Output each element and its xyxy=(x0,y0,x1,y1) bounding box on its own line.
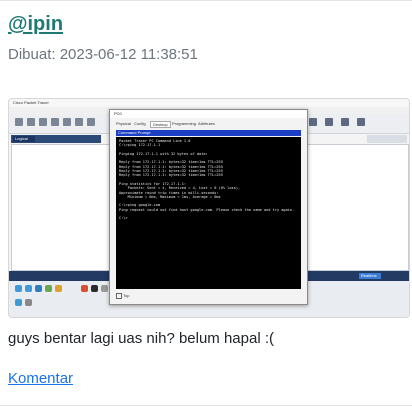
new-file-icon xyxy=(15,118,23,126)
bottom-divider xyxy=(0,405,412,406)
open-file-icon xyxy=(27,118,35,126)
created-timestamp: Dibuat: 2023-06-12 11:38:51 xyxy=(8,46,198,63)
tab-physical[interactable]: Physical xyxy=(116,121,131,126)
wireless-icon xyxy=(45,285,52,292)
pt-right-controls xyxy=(367,135,407,143)
copper-cable-icon xyxy=(101,285,108,292)
top-checkbox[interactable]: Top xyxy=(116,293,130,299)
connection-icon xyxy=(81,285,88,292)
switch-icon xyxy=(25,285,32,292)
comment-link[interactable]: Komentar xyxy=(8,370,73,387)
tab-desktop[interactable]: Desktop xyxy=(150,121,171,128)
pc-window: PC0 Physical Config Desktop Programming … xyxy=(109,109,308,305)
pt-realtime-button: Realtime xyxy=(359,273,381,279)
device-icon xyxy=(341,118,349,126)
command-prompt-titlebar: Command Prompt xyxy=(116,130,301,136)
help-icon xyxy=(357,118,365,126)
save-icon xyxy=(39,118,47,126)
pc-window-title: PC0 xyxy=(110,110,307,118)
copy-icon xyxy=(63,118,71,126)
console-cable-icon xyxy=(91,285,98,292)
hub-icon xyxy=(35,285,42,292)
checkbox-icon xyxy=(116,293,122,299)
terminal-line: C:\> xyxy=(119,216,128,221)
print-icon xyxy=(51,118,59,126)
server-icon xyxy=(25,299,32,306)
tab-programming[interactable]: Programming xyxy=(172,121,196,126)
terminal-line: Ping request could not find host google.… xyxy=(119,207,295,212)
router-icon xyxy=(15,285,22,292)
post-card: @ipin Dibuat: 2023-06-12 11:38:51 Cisco … xyxy=(0,0,412,412)
cable-icon xyxy=(55,285,62,292)
pt-titlebar: Cisco Packet Tracer xyxy=(9,99,409,107)
tab-attributes[interactable]: Attributes xyxy=(198,121,215,126)
post-caption: guys bentar lagi uas nih? belum hapal :( xyxy=(8,330,275,347)
attached-screenshot[interactable]: Cisco Packet Tracer Logical Realtime PC0… xyxy=(8,98,410,318)
palette-icon xyxy=(325,118,333,126)
pt-logical-tab: Logical xyxy=(13,136,35,142)
pc-window-tabs: Physical Config Desktop Programming Attr… xyxy=(110,119,307,128)
pt-app-title: Cisco Packet Tracer xyxy=(13,100,49,105)
zoom-icon xyxy=(309,118,317,126)
top-divider xyxy=(0,0,412,1)
tab-config[interactable]: Config xyxy=(134,121,146,126)
username-link[interactable]: @ipin xyxy=(8,13,63,36)
undo-icon xyxy=(87,118,95,126)
terminal-output[interactable]: Packet Tracer PC Command Line 1.0 C:\>pin… xyxy=(116,137,301,289)
pc-icon xyxy=(15,299,22,306)
paste-icon xyxy=(75,118,83,126)
